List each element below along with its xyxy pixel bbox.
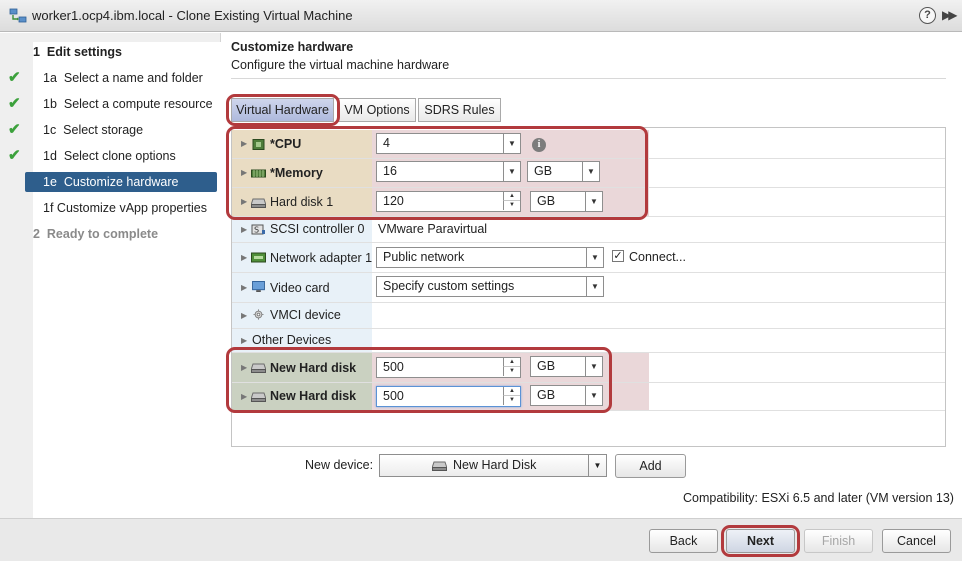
check-icon: ✔ — [8, 95, 21, 112]
expand-icon[interactable]: ▶▶ — [942, 8, 958, 22]
vm-clone-icon — [9, 8, 27, 23]
hardware-row-network-adapter: ▶ Network adapter 1 Public network ▼ ✓ Co… — [232, 243, 945, 273]
connect-label: Connect... — [629, 250, 686, 264]
video-card-icon — [252, 281, 265, 292]
tab-sdrs-rules[interactable]: SDRS Rules — [418, 98, 501, 122]
main-panel: Customize hardware Configure the virtual… — [222, 33, 962, 518]
vmci-device-icon — [253, 309, 264, 320]
scsi-controller-label: SCSI controller 0 — [270, 222, 365, 236]
page-subtitle: Configure the virtual machine hardware — [231, 58, 450, 72]
cancel-button[interactable]: Cancel — [882, 529, 951, 553]
wizard-footer: Back Next Finish Cancel — [0, 518, 962, 561]
annotation-highlight-cpu-memory-disk — [226, 126, 648, 220]
step-1f-vapp-properties[interactable]: 1f Customize vApp properties — [0, 198, 221, 218]
expand-triangle-icon[interactable]: ▶ — [241, 225, 247, 234]
hardware-row-video-card: ▶ Video card Specify custom settings ▼ — [232, 273, 945, 303]
scsi-controller-type: VMware Paravirtual — [378, 222, 488, 236]
check-icon: ✔ — [8, 147, 21, 164]
annotation-highlight-next — [721, 525, 800, 557]
new-device-select[interactable]: New Hard Disk ▼ — [379, 454, 607, 477]
add-device-button[interactable]: Add — [615, 454, 686, 478]
wizard-steps-sidebar: 1 Edit settings ✔ 1a Select a name and f… — [0, 33, 773, 527]
step-1a-name-folder[interactable]: ✔ 1a Select a name and folder — [0, 68, 221, 88]
vmci-device-label: VMCI device — [270, 308, 341, 322]
window-titlebar: worker1.ocp4.ibm.local - Clone Existing … — [0, 0, 962, 32]
page-title: Customize hardware — [231, 40, 354, 54]
expand-triangle-icon[interactable]: ▶ — [241, 311, 247, 320]
expand-triangle-icon[interactable]: ▶ — [241, 336, 247, 345]
new-device-label: New device: — [305, 458, 374, 472]
step-2-ready-to-complete: 2 Ready to complete — [33, 227, 159, 241]
hardware-row-scsi-controller: ▶ S SCSI controller 0 VMware Paravirtual — [232, 217, 945, 243]
video-card-select[interactable]: Specify custom settings ▼ — [376, 276, 604, 297]
network-adapter-label: Network adapter 1 — [270, 251, 373, 265]
help-icon[interactable]: ? — [919, 7, 936, 24]
step-1c-storage[interactable]: ✔ 1c Select storage — [0, 120, 221, 140]
back-button[interactable]: Back — [649, 529, 718, 553]
step-1d-clone-options[interactable]: ✔ 1d Select clone options — [0, 146, 221, 166]
step-1b-compute-resource[interactable]: ✔ 1b Select a compute resource — [0, 94, 221, 114]
tab-vm-options[interactable]: VM Options — [338, 98, 416, 122]
annotation-highlight-new-disks — [226, 347, 612, 413]
svg-text:S: S — [254, 226, 259, 235]
divider — [231, 78, 946, 79]
connect-checkbox[interactable]: ✓ — [612, 250, 624, 262]
other-devices-label: Other Devices — [252, 333, 332, 347]
expand-triangle-icon[interactable]: ▶ — [241, 283, 247, 292]
expand-triangle-icon[interactable]: ▶ — [241, 253, 247, 262]
finish-button: Finish — [804, 529, 873, 553]
check-icon: ✔ — [8, 121, 21, 138]
window-title: worker1.ocp4.ibm.local - Clone Existing … — [32, 8, 353, 23]
network-select[interactable]: Public network ▼ — [376, 247, 604, 268]
scsi-controller-icon: S — [251, 224, 265, 235]
hard-disk-icon — [432, 461, 447, 471]
compatibility-label: Compatibility: ESXi 6.5 and later (VM ve… — [683, 491, 954, 505]
step-1e-customize-hardware[interactable]: 1e Customize hardware — [25, 172, 217, 192]
check-icon: ✔ — [8, 69, 21, 86]
hardware-row-vmci-device: ▶ VMCI device — [232, 303, 945, 329]
annotation-highlight-tab — [226, 94, 340, 126]
video-card-label: Video card — [270, 281, 330, 295]
network-adapter-icon — [251, 252, 266, 263]
